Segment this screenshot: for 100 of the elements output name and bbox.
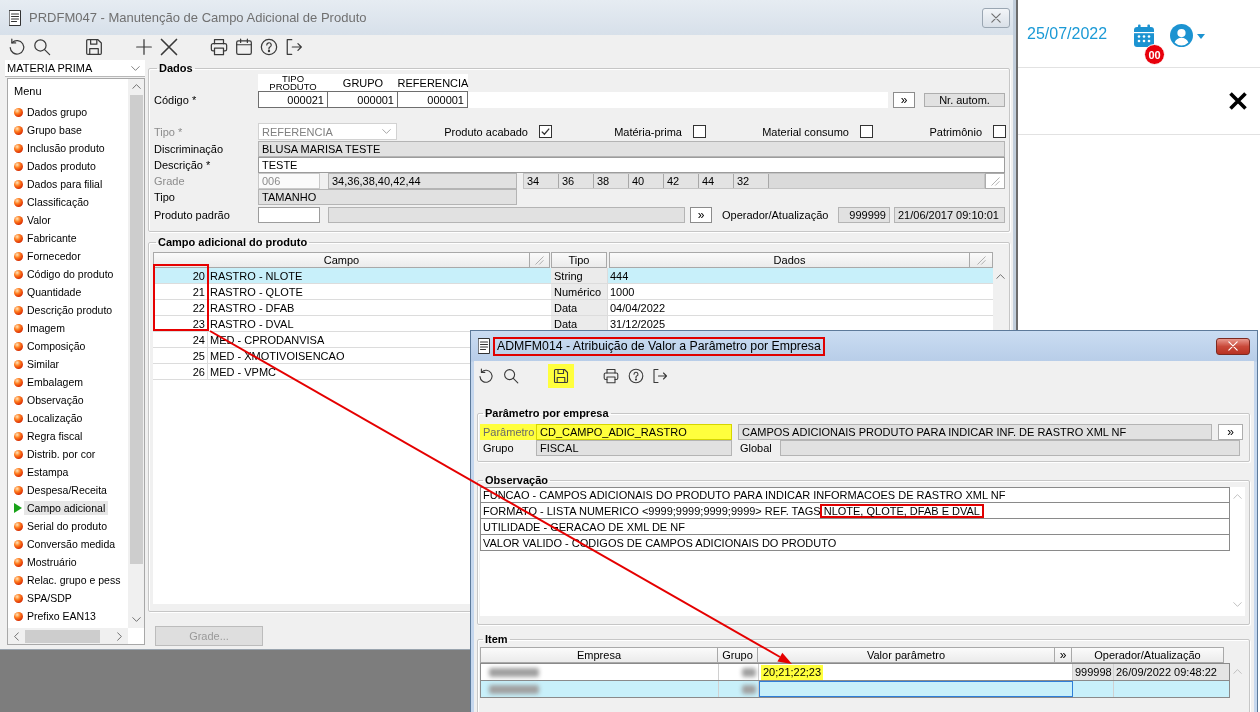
- menu-item[interactable]: Dados grupo: [14, 103, 91, 121]
- close-button[interactable]: [1216, 337, 1250, 355]
- printer-icon[interactable]: [210, 37, 228, 56]
- chevron-up-icon: [995, 274, 1005, 279]
- menu-item[interactable]: Distrib. por cor: [14, 445, 99, 463]
- column-header: TIPO PRODUTO: [258, 74, 328, 91]
- chevron-left-icon: [14, 631, 19, 641]
- calendar-icon[interactable]: [1133, 24, 1155, 48]
- menu-item[interactable]: Dados produto: [14, 157, 99, 175]
- refresh-icon[interactable]: [8, 37, 26, 56]
- field-label: Descrição *: [154, 159, 212, 171]
- menu-item[interactable]: Grupo base: [14, 121, 85, 139]
- menu-item[interactable]: Prefixo EAN13: [14, 607, 99, 625]
- input-field[interactable]: [258, 206, 320, 223]
- field-label: Grupo: [482, 441, 515, 456]
- checkbox-label: Produto acabado: [444, 125, 528, 138]
- menu-item[interactable]: SPA/SDP: [14, 589, 75, 607]
- plus-icon[interactable]: [135, 37, 153, 56]
- chevron-up-icon: [1233, 494, 1242, 499]
- expand-button[interactable]: »: [1055, 647, 1072, 663]
- filter-dropdown[interactable]: MATERIA PRIMA: [5, 60, 145, 77]
- menu-item[interactable]: Inclusão produto: [14, 139, 108, 157]
- exit-icon[interactable]: [285, 37, 303, 56]
- close-icon[interactable]: [1228, 91, 1248, 111]
- menu-item[interactable]: Fabricante: [14, 229, 80, 247]
- scrollbar[interactable]: [128, 79, 144, 628]
- lookup-button[interactable]: »: [690, 206, 712, 223]
- menu-item[interactable]: Imagem: [14, 319, 68, 337]
- menu-item[interactable]: Código do produto: [14, 265, 117, 283]
- close-icon: [991, 12, 1001, 23]
- table-row[interactable]: [480, 681, 1230, 698]
- menu-item[interactable]: Dados para filial: [14, 175, 106, 193]
- grip-button[interactable]: [985, 173, 1005, 189]
- menu-item[interactable]: Observação: [14, 391, 87, 409]
- lookup-button[interactable]: »: [893, 91, 915, 108]
- grip-button[interactable]: [970, 252, 993, 268]
- menu-item[interactable]: Estampa: [14, 463, 72, 481]
- menu-item[interactable]: Quantidade: [14, 283, 85, 301]
- grip-button[interactable]: [530, 252, 550, 268]
- checkbox[interactable]: [860, 125, 873, 138]
- text-field[interactable]: TAMANHO: [258, 189, 517, 205]
- menu-item[interactable]: Conversão medida: [14, 535, 119, 553]
- table-row[interactable]: 20 RASTRO - NLOTE String 444: [153, 268, 993, 284]
- caret-icon[interactable]: [1197, 34, 1205, 39]
- menu-item[interactable]: Serial do produto: [14, 517, 110, 535]
- chevron-up-icon: [1233, 669, 1242, 674]
- parameter-field[interactable]: CD_CAMPO_ADIC_RASTRO: [536, 423, 732, 440]
- section-title: Parâmetro por empresa: [484, 407, 610, 420]
- calendar-icon[interactable]: [235, 37, 253, 56]
- save-icon[interactable]: [85, 37, 103, 56]
- table-cell: Data: [551, 300, 607, 315]
- close-icon: [1228, 341, 1238, 351]
- close-button[interactable]: [982, 7, 1010, 28]
- size-cell: 44: [699, 174, 734, 188]
- help-icon[interactable]: [628, 368, 644, 384]
- table-cell: 25: [153, 348, 208, 363]
- checkbox[interactable]: [993, 125, 1006, 138]
- user-avatar-icon[interactable]: [1170, 24, 1193, 47]
- refresh-icon[interactable]: [478, 368, 494, 384]
- input-field[interactable]: [468, 91, 888, 108]
- menu-item[interactable]: Embalagem: [14, 373, 87, 391]
- printer-icon[interactable]: [603, 368, 619, 384]
- code-field[interactable]: 000021: [258, 91, 328, 108]
- menu-item[interactable]: Classificação: [14, 193, 92, 211]
- menu-item[interactable]: Valor: [14, 211, 54, 229]
- table-row[interactable]: 20;21;22;23 999998 26/09/2022 09:48:22: [480, 663, 1230, 681]
- search-icon[interactable]: [503, 368, 519, 384]
- menu-item[interactable]: Relac. grupo e pess: [14, 571, 124, 589]
- menu-item[interactable]: Despesa/Receita: [14, 481, 110, 499]
- date-label: 25/07/2022: [1027, 24, 1109, 44]
- exit-icon[interactable]: [652, 368, 668, 384]
- table-row[interactable]: 21 RASTRO - QLOTE Numérico 1000: [153, 284, 993, 300]
- checkbox[interactable]: [539, 125, 552, 138]
- table-cell: 22: [153, 300, 208, 315]
- menu-item[interactable]: Descrição produto: [14, 301, 116, 319]
- checkbox[interactable]: [693, 125, 706, 138]
- menu-item[interactable]: Localização: [14, 409, 86, 427]
- cross-icon[interactable]: [160, 37, 178, 56]
- text-field[interactable]: TESTE: [258, 157, 1005, 173]
- table-row[interactable]: 22 RASTRO - DFAB Data 04/04/2022: [153, 300, 993, 316]
- text-field[interactable]: BLUSA MARISA TESTE: [258, 141, 1005, 157]
- menu-item[interactable]: Regra fiscal: [14, 427, 86, 445]
- table-cell[interactable]: 20;21;22;23: [761, 664, 824, 680]
- lookup-button[interactable]: »: [1218, 423, 1243, 440]
- search-icon[interactable]: [33, 37, 51, 56]
- save-icon[interactable]: [548, 364, 574, 388]
- menu-item[interactable]: Fornecedor: [14, 247, 84, 265]
- code-field[interactable]: 000001: [328, 91, 398, 108]
- menu-item[interactable]: Similar: [14, 355, 63, 373]
- menu-item[interactable]: Composição: [14, 337, 89, 355]
- scrollbar[interactable]: [8, 628, 128, 644]
- code-field[interactable]: 000001: [398, 91, 468, 108]
- help-icon[interactable]: [260, 37, 278, 56]
- menu-item[interactable]: Mostruário: [14, 553, 80, 571]
- section-title: Item: [484, 633, 509, 646]
- auto-number-button[interactable]: Nr. autom.: [924, 92, 1005, 107]
- table-cell: 26/09/2022 09:48:22: [1114, 664, 1229, 680]
- hatch-icon: [976, 255, 986, 265]
- table-cell: String: [551, 268, 607, 283]
- observation-line: UTILIDADE - GERACAO DE XML DE NF: [480, 519, 1230, 535]
